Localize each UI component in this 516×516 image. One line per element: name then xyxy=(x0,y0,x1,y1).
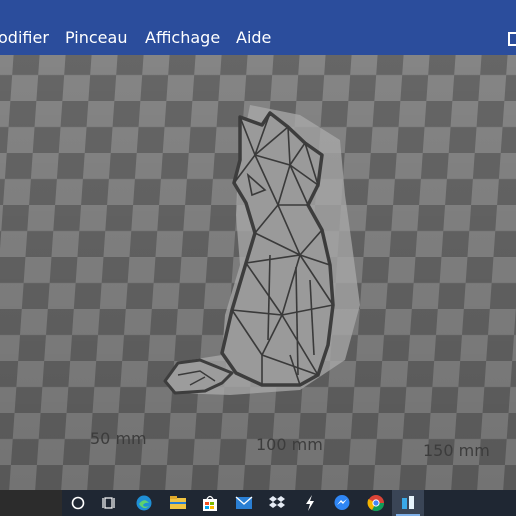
menu-bar: odifier Pinceau Affichage Aide xyxy=(0,0,516,55)
ruler-label-100: 100 mm xyxy=(256,435,323,454)
lightning-app-icon[interactable] xyxy=(298,492,322,514)
mail-icon[interactable] xyxy=(232,492,256,514)
ruler-label-50: 50 mm xyxy=(90,429,147,448)
search-box[interactable] xyxy=(0,490,62,516)
file-explorer-icon[interactable] xyxy=(166,492,190,514)
window-restore-icon[interactable] xyxy=(508,32,516,46)
taskbar xyxy=(0,490,516,516)
menu-affichage[interactable]: Affichage xyxy=(145,28,220,47)
chrome-icon[interactable] xyxy=(364,492,388,514)
viewport-3d[interactable]: 50 mm 100 mm 150 mm xyxy=(0,55,516,490)
task-view-icon[interactable] xyxy=(98,492,122,514)
store-icon[interactable] xyxy=(198,492,222,514)
menu-modifier[interactable]: odifier xyxy=(0,28,49,47)
dropbox-icon[interactable] xyxy=(265,492,289,514)
ruler-label-150: 150 mm xyxy=(423,441,490,460)
build-plate xyxy=(0,55,516,490)
menu-pinceau[interactable]: Pinceau xyxy=(65,28,127,47)
menu-aide[interactable]: Aide xyxy=(236,28,271,47)
slicer-app-icon[interactable] xyxy=(396,492,420,514)
messenger-icon[interactable] xyxy=(330,492,354,514)
edge-icon[interactable] xyxy=(132,492,156,514)
cortana-search-icon[interactable] xyxy=(66,492,90,514)
